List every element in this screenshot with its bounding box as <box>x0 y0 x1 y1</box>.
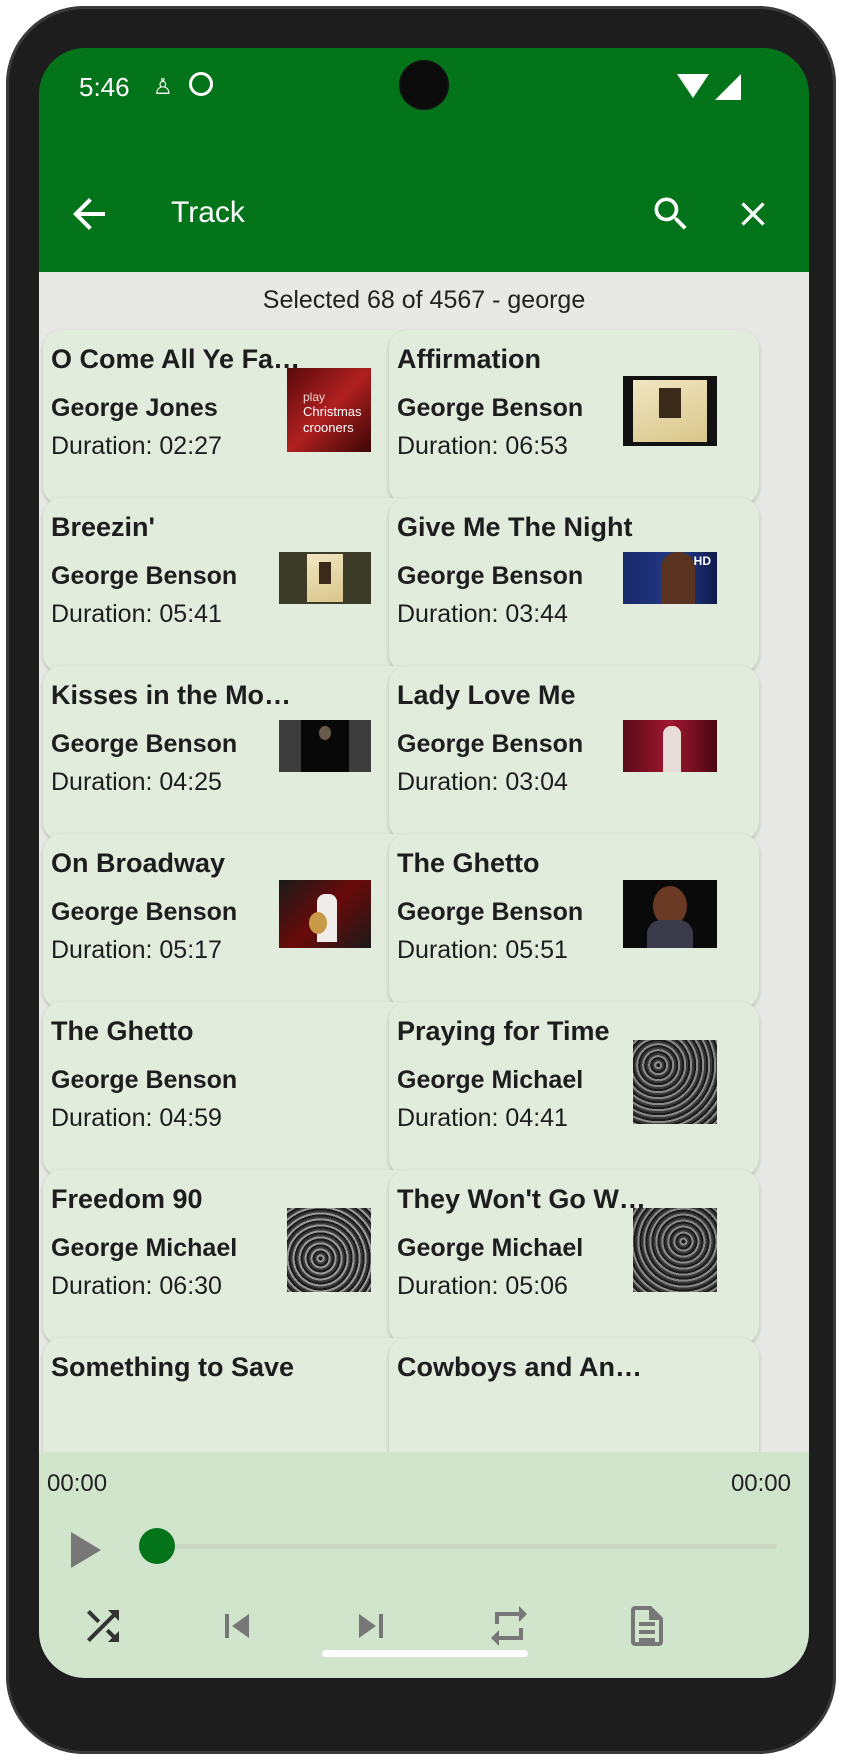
selection-summary: Selected 68 of 4567 - george <box>262 286 586 314</box>
track-duration: Duration: 05:51 <box>397 936 568 964</box>
lyrics-icon[interactable] <box>623 1602 671 1650</box>
previous-icon[interactable] <box>213 1602 261 1650</box>
shuffle-icon[interactable] <box>79 1602 127 1650</box>
repeat-icon[interactable] <box>485 1602 533 1650</box>
track-title: Cowboys and An… <box>397 1352 643 1382</box>
track-duration: Duration: 04:41 <box>397 1104 568 1132</box>
play-icon[interactable] <box>71 1532 101 1568</box>
track-card[interactable]: Kisses in the Mo… George Benson Duration… <box>43 666 413 840</box>
close-icon[interactable] <box>733 194 773 234</box>
track-card[interactable]: Breezin' George Benson Duration: 05:41 <box>43 498 413 672</box>
track-title: Kisses in the Mo… <box>51 680 292 710</box>
track-title: The Ghetto <box>51 1016 194 1046</box>
track-artist: George Jones <box>51 394 218 422</box>
track-duration: Duration: 05:41 <box>51 600 222 628</box>
next-icon[interactable] <box>347 1602 395 1650</box>
album-art <box>287 1208 371 1292</box>
track-duration: Duration: 02:27 <box>51 432 222 460</box>
track-title: Freedom 90 <box>51 1184 203 1214</box>
album-art <box>633 1208 717 1292</box>
album-art <box>623 880 717 948</box>
front-camera <box>401 62 447 108</box>
track-card[interactable]: Give Me The Night George Benson Duration… <box>389 498 759 672</box>
track-card[interactable]: Lady Love Me George Benson Duration: 03:… <box>389 666 759 840</box>
phone-frame: 5:46 ♙ Track Selected 68 of 4567 - georg… <box>6 6 836 1754</box>
track-artist: George Michael <box>51 1234 238 1262</box>
back-arrow-icon[interactable] <box>65 190 113 238</box>
track-title: O Come All Ye Fa… <box>51 344 301 374</box>
album-art <box>279 552 371 604</box>
album-art-text: play <box>303 390 326 404</box>
track-card[interactable]: O Come All Ye Fa… George Jones Duration:… <box>43 330 413 504</box>
track-card[interactable]: The Ghetto George Benson Duration: 05:51 <box>389 834 759 1008</box>
track-duration: Duration: 04:59 <box>51 1104 222 1132</box>
track-title: Give Me The Night <box>397 512 633 542</box>
track-title: Something to Save <box>51 1352 295 1382</box>
page-title: Track <box>171 196 245 229</box>
seek-thumb[interactable] <box>139 1528 175 1564</box>
track-artist: George Benson <box>51 898 238 926</box>
album-art <box>279 720 371 772</box>
album-art: play Christmas crooners <box>287 368 371 452</box>
track-duration: Duration: 05:17 <box>51 936 222 964</box>
track-card[interactable]: They Won't Go W… George Michael Duration… <box>389 1170 759 1344</box>
track-card[interactable]: Freedom 90 George Michael Duration: 06:3… <box>43 1170 413 1344</box>
track-duration: Duration: 03:44 <box>397 600 568 628</box>
status-time: 5:46 <box>79 72 130 102</box>
track-card[interactable]: Praying for Time George Michael Duration… <box>389 1002 759 1176</box>
track-card[interactable]: On Broadway George Benson Duration: 05:1… <box>43 834 413 1008</box>
track-artist: George Benson <box>397 730 584 758</box>
track-title: On Broadway <box>51 848 226 878</box>
track-title: Lady Love Me <box>397 680 576 710</box>
album-art <box>279 880 371 948</box>
track-duration: Duration: 03:04 <box>397 768 568 796</box>
track-artist: George Benson <box>397 394 584 422</box>
total-time: 00:00 <box>730 1470 791 1497</box>
track-artist: George Benson <box>51 562 238 590</box>
app-bar: Track <box>39 160 809 272</box>
track-artist: George Benson <box>397 562 584 590</box>
album-art <box>623 376 717 446</box>
track-card[interactable]: Affirmation George Benson Duration: 06:5… <box>389 330 759 504</box>
album-art: HD <box>623 552 717 604</box>
track-artist: George Michael <box>397 1066 584 1094</box>
album-art-text: Christmas <box>303 404 362 419</box>
track-card[interactable]: The Ghetto George Benson Duration: 04:59 <box>43 1002 413 1176</box>
app-notification-icon <box>189 72 213 96</box>
track-artist: George Benson <box>51 730 238 758</box>
hd-badge: HD <box>693 554 711 568</box>
accessibility-icon: ♙ <box>153 74 173 99</box>
signal-icon <box>715 74 741 100</box>
player-panel: 00:00 00:00 <box>39 1452 809 1678</box>
track-artist: George Michael <box>397 1234 584 1262</box>
track-artist: George Benson <box>51 1066 238 1094</box>
screen: 5:46 ♙ Track Selected 68 of 4567 - georg… <box>39 48 809 1678</box>
track-artist: George Benson <box>397 898 584 926</box>
album-art <box>633 1040 717 1124</box>
track-list[interactable]: Selected 68 of 4567 - george O Come All … <box>39 272 809 1494</box>
track-title: Praying for Time <box>397 1016 610 1046</box>
album-art <box>623 720 717 772</box>
elapsed-time: 00:00 <box>47 1470 108 1497</box>
track-duration: Duration: 06:30 <box>51 1272 222 1300</box>
album-art-text: crooners <box>303 420 354 435</box>
track-title: They Won't Go W… <box>397 1184 646 1214</box>
track-title: The Ghetto <box>397 848 540 878</box>
status-bar: 5:46 ♙ <box>39 48 809 160</box>
track-title: Affirmation <box>397 344 541 374</box>
track-duration: Duration: 05:06 <box>397 1272 568 1300</box>
seek-bar[interactable] <box>157 1544 777 1549</box>
search-icon[interactable] <box>649 192 693 236</box>
track-title: Breezin' <box>51 512 155 542</box>
home-indicator[interactable] <box>322 1650 528 1657</box>
wifi-icon <box>677 74 709 98</box>
track-duration: Duration: 04:25 <box>51 768 222 796</box>
track-duration: Duration: 06:53 <box>397 432 568 460</box>
